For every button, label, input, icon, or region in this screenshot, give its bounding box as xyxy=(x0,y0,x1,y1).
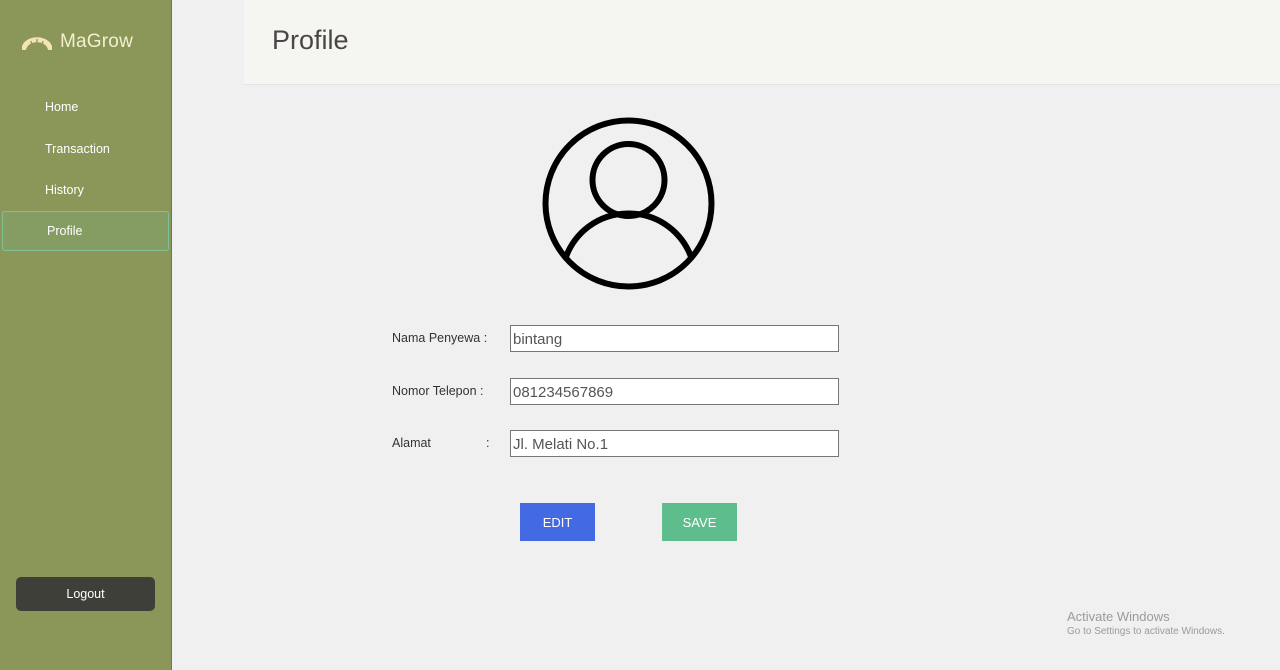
sidebar-item-history[interactable]: History xyxy=(2,170,169,210)
app-name: MaGrow xyxy=(60,31,133,52)
watermark-subtitle: Go to Settings to activate Windows. xyxy=(1067,626,1225,637)
save-button[interactable]: SAVE xyxy=(662,503,737,541)
name-field[interactable] xyxy=(510,325,839,352)
address-colon: : xyxy=(486,436,490,450)
page-title: Profile xyxy=(272,25,349,55)
magrow-logo-icon xyxy=(22,37,52,50)
name-label: Nama Penyewa : xyxy=(392,331,488,345)
address-field[interactable] xyxy=(510,430,839,457)
phone-label: Nomor Telepon : xyxy=(392,384,484,398)
sidebar-item-transaction[interactable]: Transaction xyxy=(2,129,169,169)
sidebar-item-label: Home xyxy=(45,100,79,114)
activation-watermark: Activate Windows Go to Settings to activ… xyxy=(1067,609,1225,637)
watermark-title: Activate Windows xyxy=(1067,609,1170,624)
page-header: Profile xyxy=(244,0,1280,85)
user-avatar-icon xyxy=(542,117,715,290)
sidebar-item-label: Profile xyxy=(47,224,83,238)
sidebar-item-home[interactable]: Home xyxy=(2,87,169,127)
sidebar-item-profile[interactable]: Profile xyxy=(2,211,169,251)
logout-button[interactable]: Logout xyxy=(16,577,155,611)
phone-field[interactable] xyxy=(510,378,839,405)
sidebar-item-label: Transaction xyxy=(45,142,110,156)
edit-button[interactable]: EDIT xyxy=(520,503,595,541)
address-label: Alamat xyxy=(392,436,431,450)
sidebar-item-label: History xyxy=(45,183,84,197)
sidebar: MaGrow Home Transaction History Profile … xyxy=(0,0,172,670)
brand[interactable]: MaGrow xyxy=(22,31,133,53)
